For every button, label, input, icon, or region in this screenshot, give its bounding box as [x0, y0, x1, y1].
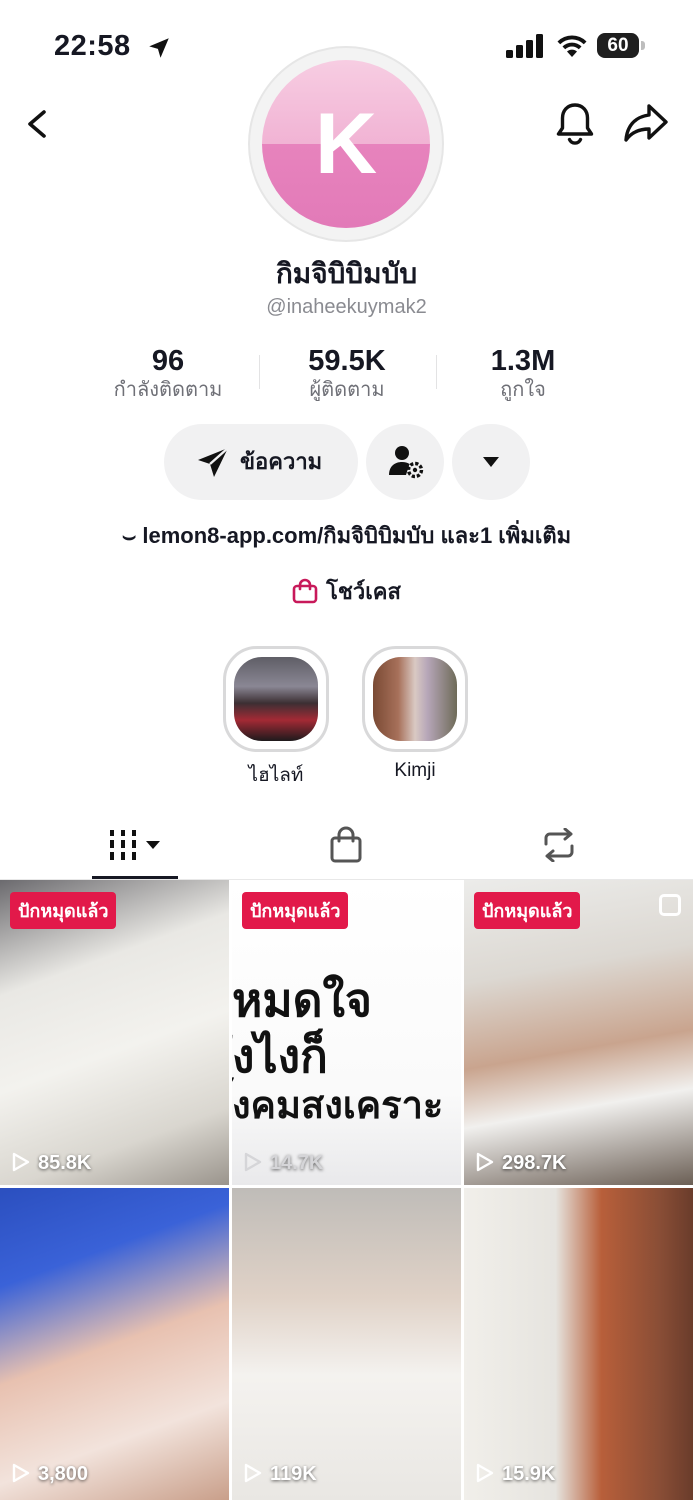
- play-icon: [476, 1463, 494, 1483]
- location-arrow-icon: [149, 38, 169, 58]
- likes-label: ถูกใจ: [500, 379, 546, 401]
- play-icon: [476, 1152, 494, 1172]
- highlight-item[interactable]: [362, 646, 468, 752]
- tab-shop[interactable]: [231, 820, 462, 876]
- view-count: 85.8K: [10, 1152, 91, 1175]
- send-icon: [198, 447, 229, 477]
- shopping-bag-icon: [292, 578, 318, 604]
- repost-icon: [544, 828, 574, 862]
- view-count: 15.9K: [474, 1463, 555, 1486]
- view-count: 298.7K: [474, 1152, 567, 1175]
- pinned-badge: ปักหมุดแล้ว: [242, 892, 349, 929]
- highlight-label: ไฮไลท์: [248, 765, 304, 786]
- play-icon: [12, 1152, 30, 1172]
- showcase-label: โชว์เคส: [326, 579, 401, 604]
- wifi-icon: [557, 35, 587, 57]
- video-thumbnail[interactable]: ปักหมุดแล้ว 298.7K: [464, 880, 693, 1185]
- pinned-badge: ปักหมุดแล้ว: [10, 892, 117, 929]
- view-count: 14.7K: [242, 1152, 323, 1175]
- followers-count: 59.5K: [308, 345, 386, 377]
- link-icon: ⌣: [121, 523, 137, 548]
- play-icon: [244, 1463, 262, 1483]
- message-label: ข้อความ: [240, 449, 323, 474]
- play-icon: [12, 1463, 30, 1483]
- view-count: 119K: [242, 1463, 317, 1486]
- video-thumbnail[interactable]: ปักหมุดแล้ว 85.8K: [0, 880, 229, 1185]
- pinned-badge: ปักหมุดแล้ว: [474, 892, 581, 929]
- highlight-thumbnail: [373, 657, 457, 741]
- follow-options-button[interactable]: [366, 424, 444, 500]
- video-thumbnail[interactable]: 3,800: [0, 1188, 229, 1500]
- tab-reposts[interactable]: [462, 820, 693, 876]
- followers-stat[interactable]: 59.5K ผู้ติดตาม: [252, 344, 442, 402]
- following-label: กำลังติดตาม: [113, 379, 223, 401]
- view-count: 3,800: [10, 1463, 88, 1486]
- shopping-bag-icon: [330, 826, 362, 863]
- video-thumbnail[interactable]: 119K: [232, 1188, 461, 1500]
- following-count: 96: [151, 345, 185, 377]
- highlight-item[interactable]: [223, 646, 329, 752]
- bio-link-text: lemon8-app.com/กิมจิบิบิมบับ และ1 เพิ่มเ…: [142, 523, 572, 548]
- video-thumbnail[interactable]: ปักหมุดแล้ว หมดใจ ังไงก็ ้งคมสงเคราะ 14.…: [232, 880, 461, 1185]
- followers-label: ผู้ติดตาม: [309, 379, 385, 401]
- likes-count: 1.3M: [490, 345, 556, 377]
- back-chevron-icon[interactable]: [18, 104, 58, 144]
- thumbnail-text-line: ้งคมสงเคราะ: [232, 1085, 444, 1127]
- bell-icon[interactable]: [553, 100, 597, 146]
- battery-level: 60: [597, 33, 639, 58]
- highlight-thumbnail: [234, 657, 318, 741]
- battery-indicator: 60: [597, 33, 645, 58]
- video-thumbnail[interactable]: 15.9K: [464, 1188, 693, 1500]
- tab-videos[interactable]: [0, 820, 231, 876]
- videos-grid-icon: [110, 830, 160, 860]
- caret-down-icon: [483, 457, 499, 467]
- showcase-link[interactable]: โชว์เคส: [0, 574, 693, 609]
- message-button[interactable]: ข้อความ: [164, 424, 358, 500]
- avatar-letter: K: [314, 96, 378, 192]
- highlight-label: Kimji: [394, 760, 436, 781]
- play-icon: [244, 1152, 262, 1172]
- following-stat[interactable]: 96 กำลังติดตาม: [73, 344, 263, 402]
- more-dropdown-button[interactable]: [452, 424, 530, 500]
- bio-link[interactable]: ⌣ lemon8-app.com/กิมจิบิบิมบับ และ1 เพิ่ม…: [0, 518, 693, 553]
- share-arrow-icon[interactable]: [623, 102, 669, 144]
- likes-stat[interactable]: 1.3M ถูกใจ: [428, 344, 618, 402]
- status-time: 22:58: [54, 30, 131, 62]
- cellular-signal-icon: [506, 34, 543, 58]
- username: @inaheekuymak2: [266, 296, 427, 318]
- multi-photo-icon: [659, 894, 681, 916]
- display-name: กิมจิบิบิมบับ: [275, 258, 418, 289]
- user-settings-icon: [389, 446, 424, 479]
